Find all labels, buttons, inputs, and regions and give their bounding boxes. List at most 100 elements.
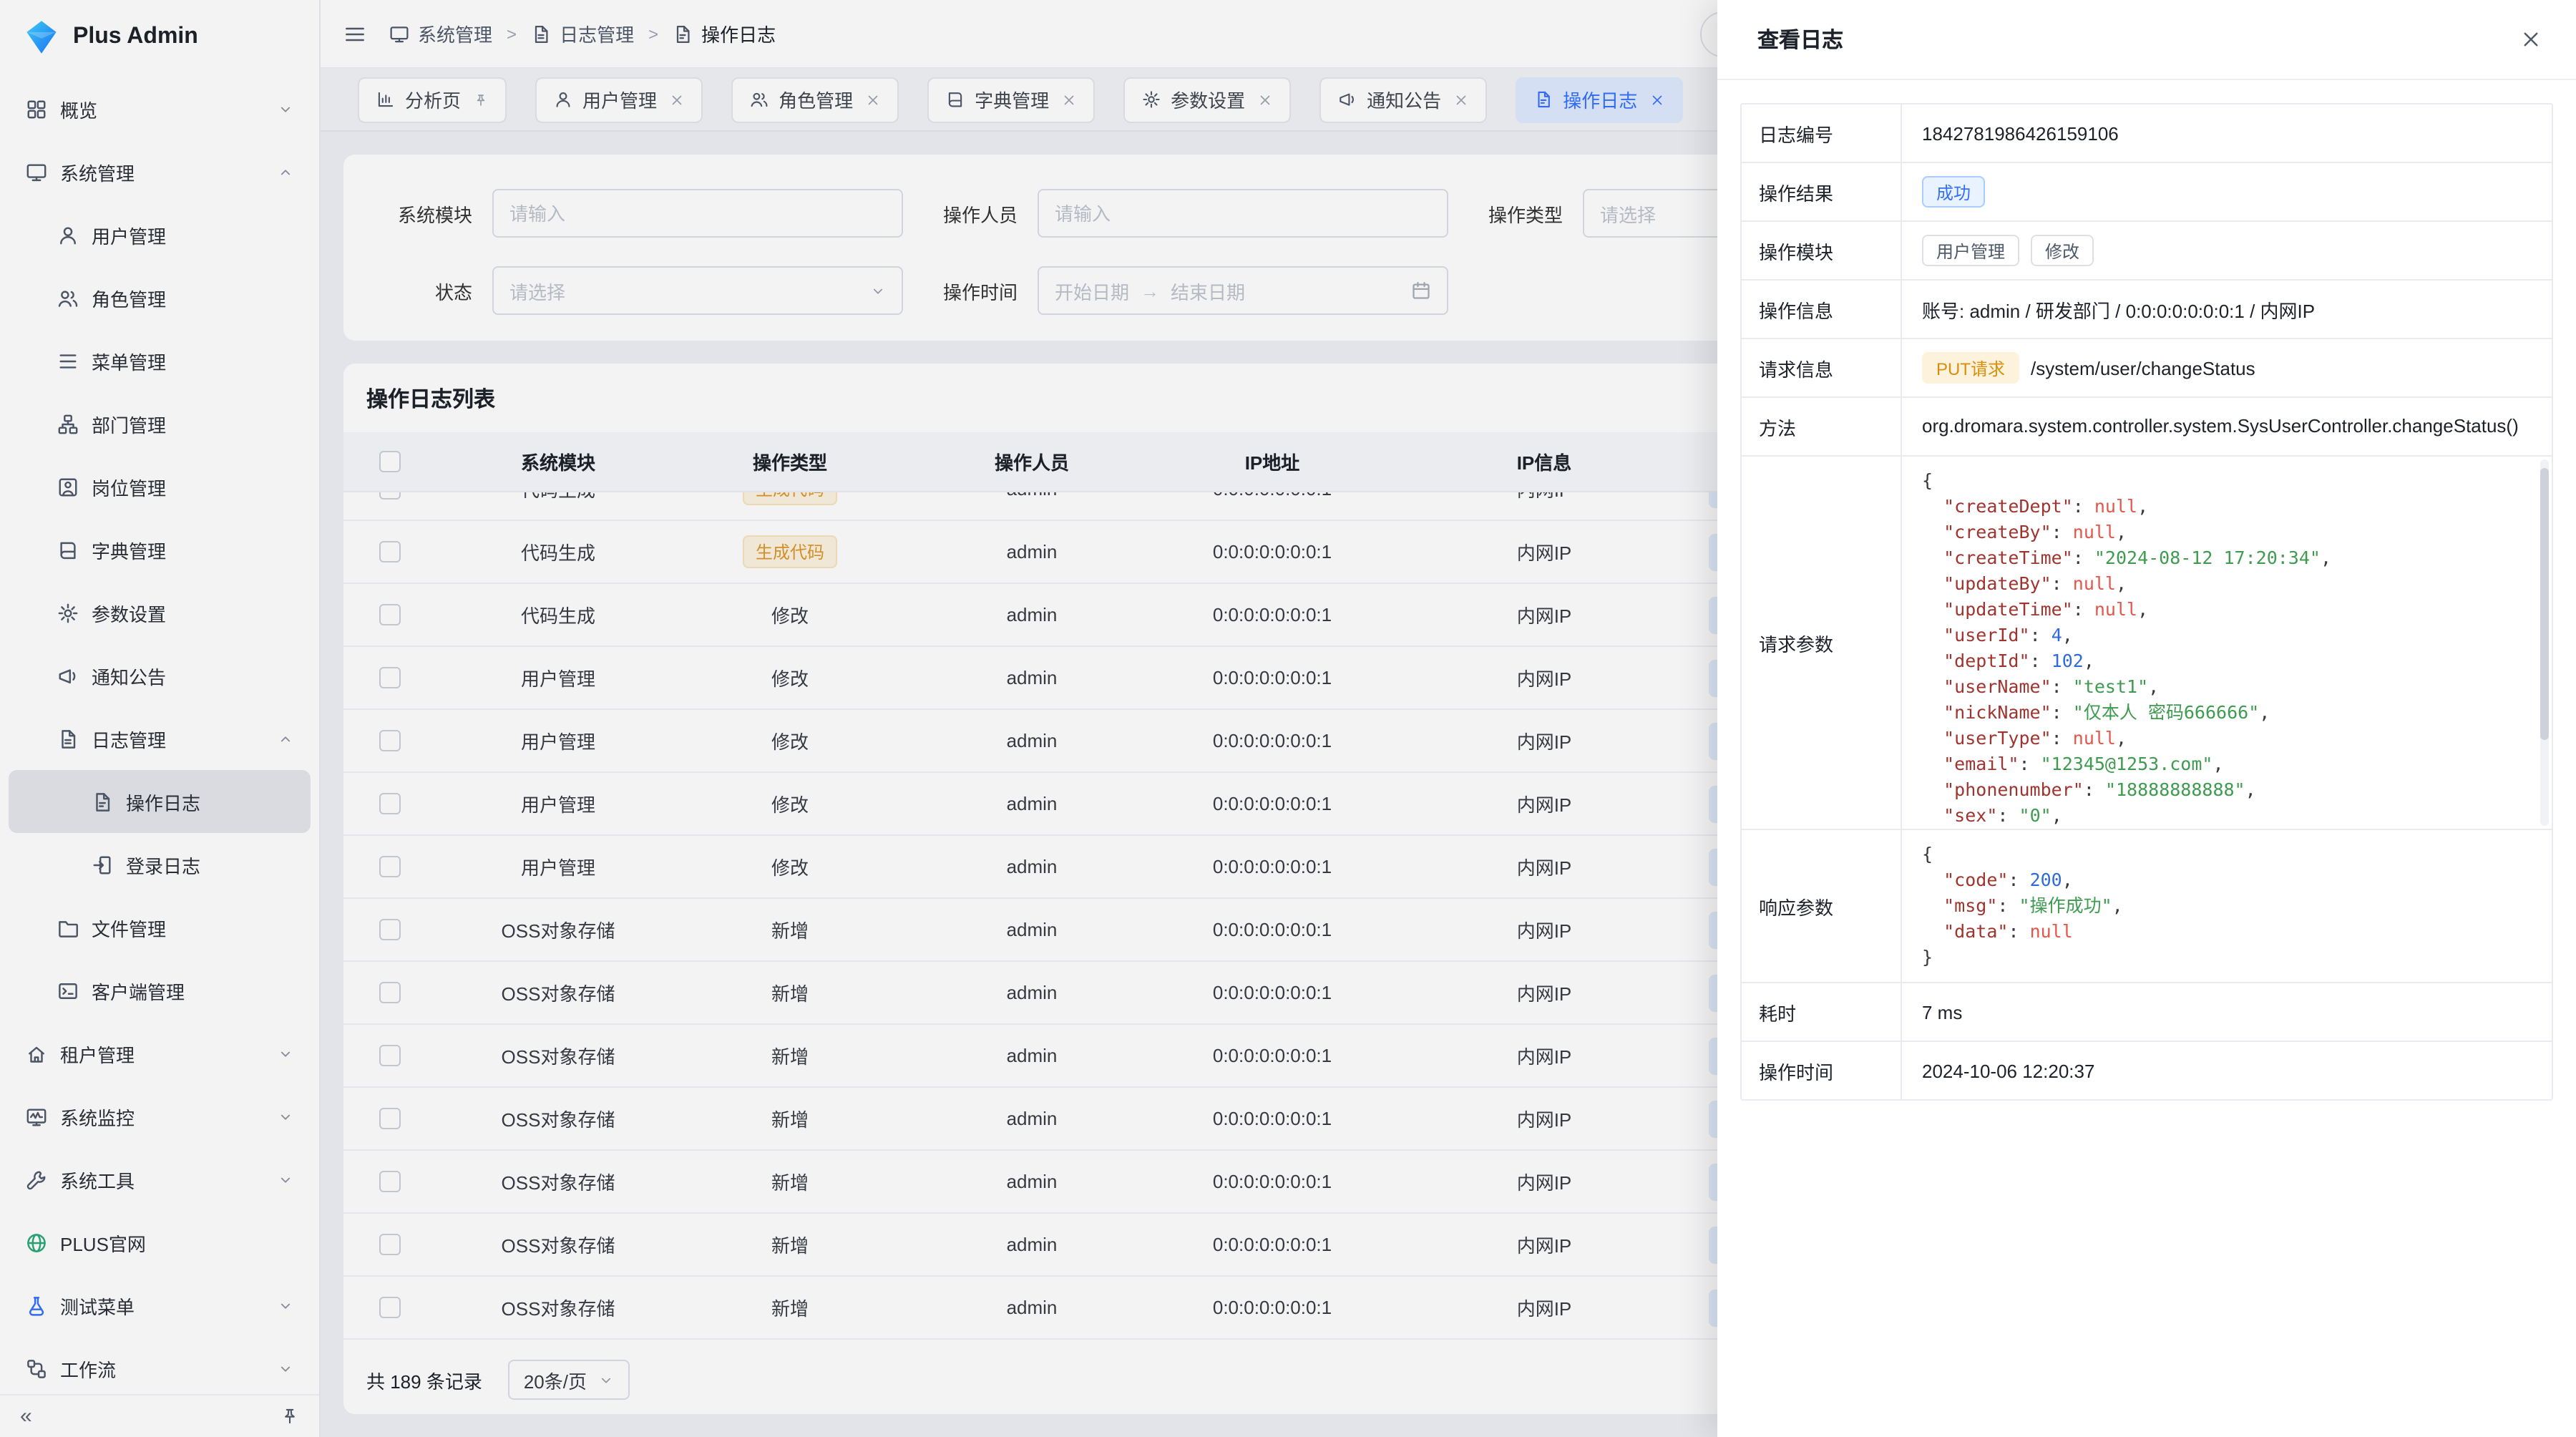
cell-module: OSS对象存储: [435, 1168, 681, 1195]
cell-ip-info: 内网IP: [1380, 1294, 1709, 1321]
sidebar-item[interactable]: 登录日志: [9, 833, 311, 896]
collapse-sidebar-button[interactable]: «: [20, 1406, 32, 1427]
row-checkbox[interactable]: [379, 541, 400, 562]
tab[interactable]: 参数设置: [1123, 77, 1291, 122]
chevron-down-icon: [278, 1046, 293, 1061]
sidebar-item[interactable]: 概览: [9, 77, 311, 140]
post-icon: [57, 476, 79, 497]
field-log-id: 日志编号 1842781986426159106: [1742, 104, 2552, 163]
sidebar-item[interactable]: PLUS官网: [9, 1211, 311, 1274]
app-logo[interactable]: Plus Admin: [0, 0, 319, 74]
row-checkbox[interactable]: [379, 1108, 400, 1129]
breadcrumb-item[interactable]: 日志管理: [531, 20, 634, 47]
sidebar-item[interactable]: 系统监控: [9, 1085, 311, 1148]
sidebar-item[interactable]: 客户端管理: [9, 959, 311, 1022]
field-request-params: 请求参数 { "createDept": null, "createBy": n…: [1742, 457, 2552, 830]
op-time-value: 2024-10-06 12:20:37: [1902, 1042, 2552, 1099]
row-checkbox[interactable]: [379, 730, 400, 751]
table-title: 操作日志列表: [366, 383, 495, 413]
close-icon[interactable]: [1258, 92, 1272, 107]
row-checkbox[interactable]: [379, 856, 400, 877]
cell-module: OSS对象存储: [435, 1231, 681, 1258]
page-size-select[interactable]: 20条/页: [508, 1360, 630, 1400]
tab[interactable]: 角色管理: [731, 77, 899, 122]
status-select[interactable]: 请选择: [492, 266, 903, 315]
test-icon: [26, 1295, 47, 1316]
sidebar-item[interactable]: 参数设置: [9, 581, 311, 644]
sidebar-item[interactable]: 日志管理: [9, 707, 311, 770]
pin-icon[interactable]: [474, 92, 488, 107]
param-icon: [1142, 90, 1161, 109]
close-icon[interactable]: [1454, 92, 1468, 107]
sidebar-item[interactable]: 用户管理: [9, 203, 311, 266]
tab[interactable]: 通知公告: [1319, 77, 1487, 122]
cell-ip: 0:0:0:0:0:0:0:1: [1165, 856, 1380, 877]
sidebar-item[interactable]: 字典管理: [9, 518, 311, 581]
sidebar-item[interactable]: 文件管理: [9, 896, 311, 959]
cell-ip: 0:0:0:0:0:0:0:1: [1165, 1045, 1380, 1066]
row-checkbox[interactable]: [379, 793, 400, 814]
row-checkbox[interactable]: [379, 982, 400, 1003]
sidebar-item[interactable]: 岗位管理: [9, 455, 311, 518]
close-icon[interactable]: [866, 92, 880, 107]
tab[interactable]: 字典管理: [927, 77, 1095, 122]
close-icon[interactable]: [670, 92, 684, 107]
sidebar-item[interactable]: 通知公告: [9, 644, 311, 707]
field-module: 操作模块 用户管理 修改: [1742, 222, 2552, 281]
breadcrumb-item[interactable]: 操作日志: [673, 20, 776, 47]
op-type-badge: 修改: [2031, 235, 2094, 266]
scrollbar-thumb[interactable]: [2540, 468, 2549, 740]
row-checkbox[interactable]: [379, 604, 400, 625]
tab[interactable]: 分析页: [358, 77, 507, 122]
log-detail-table: 日志编号 1842781986426159106 操作结果 成功 操作模块 用户…: [1740, 103, 2553, 1101]
row-checkbox[interactable]: [379, 1171, 400, 1192]
system-module-input[interactable]: [492, 189, 903, 238]
row-checkbox[interactable]: [379, 667, 400, 688]
chevron-up-icon: [278, 164, 293, 180]
row-checkbox[interactable]: [379, 492, 400, 500]
op-info-value: 账号: admin / 研发部门 / 0:0:0:0:0:0:0:1 / 内网I…: [1902, 281, 2552, 338]
tab[interactable]: 用户管理: [535, 77, 703, 122]
select-all-checkbox[interactable]: [379, 451, 400, 472]
sidebar-item[interactable]: 租户管理: [9, 1022, 311, 1085]
row-checkbox[interactable]: [379, 919, 400, 940]
op-time-range-picker[interactable]: 开始日期 → 结束日期: [1038, 266, 1448, 315]
cell-operator: admin: [899, 1108, 1165, 1129]
field-request: 请求信息 PUT请求 /system/user/changeStatus: [1742, 339, 2552, 398]
cell-module: 代码生成: [435, 601, 681, 628]
hamburger-menu-icon[interactable]: [343, 22, 366, 45]
cell-operator: admin: [899, 856, 1165, 877]
cell-ip-info: 内网IP: [1380, 916, 1709, 943]
sidebar-item[interactable]: 部门管理: [9, 392, 311, 455]
cell-ip-info: 内网IP: [1380, 853, 1709, 880]
drawer-close-icon[interactable]: [2520, 29, 2542, 50]
sidebar-item[interactable]: 工作流: [9, 1337, 311, 1394]
file-icon: [57, 917, 79, 938]
row-checkbox[interactable]: [379, 1234, 400, 1255]
system-icon: [26, 161, 47, 182]
login-log-icon: [92, 854, 113, 875]
close-icon[interactable]: [1062, 92, 1076, 107]
cell-op-type: 修改: [771, 857, 809, 879]
sidebar-item[interactable]: 菜单管理: [9, 329, 311, 392]
cell-ip: 0:0:0:0:0:0:0:1: [1165, 667, 1380, 688]
operator-input[interactable]: [1038, 189, 1448, 238]
sidebar-item[interactable]: 测试菜单: [9, 1274, 311, 1337]
breadcrumb-item[interactable]: 系统管理: [389, 20, 492, 47]
chevron-down-icon: [278, 1109, 293, 1124]
sidebar-item[interactable]: 系统管理: [9, 140, 311, 203]
cell-module: OSS对象存储: [435, 979, 681, 1006]
pin-sidebar-icon[interactable]: [280, 1407, 299, 1426]
cost-value: 7 ms: [1902, 983, 2552, 1041]
tab[interactable]: 操作日志: [1516, 77, 1683, 122]
close-icon[interactable]: [1650, 92, 1664, 107]
row-checkbox[interactable]: [379, 1045, 400, 1066]
op-type-label: 操作类型: [1448, 200, 1583, 227]
sidebar-item[interactable]: 操作日志: [9, 770, 311, 833]
cell-operator: admin: [899, 1171, 1165, 1192]
status-label: 状态: [358, 277, 492, 304]
column-header: 操作人员: [899, 448, 1165, 475]
sidebar-item[interactable]: 系统工具: [9, 1148, 311, 1211]
row-checkbox[interactable]: [379, 1297, 400, 1318]
sidebar-item[interactable]: 角色管理: [9, 266, 311, 329]
